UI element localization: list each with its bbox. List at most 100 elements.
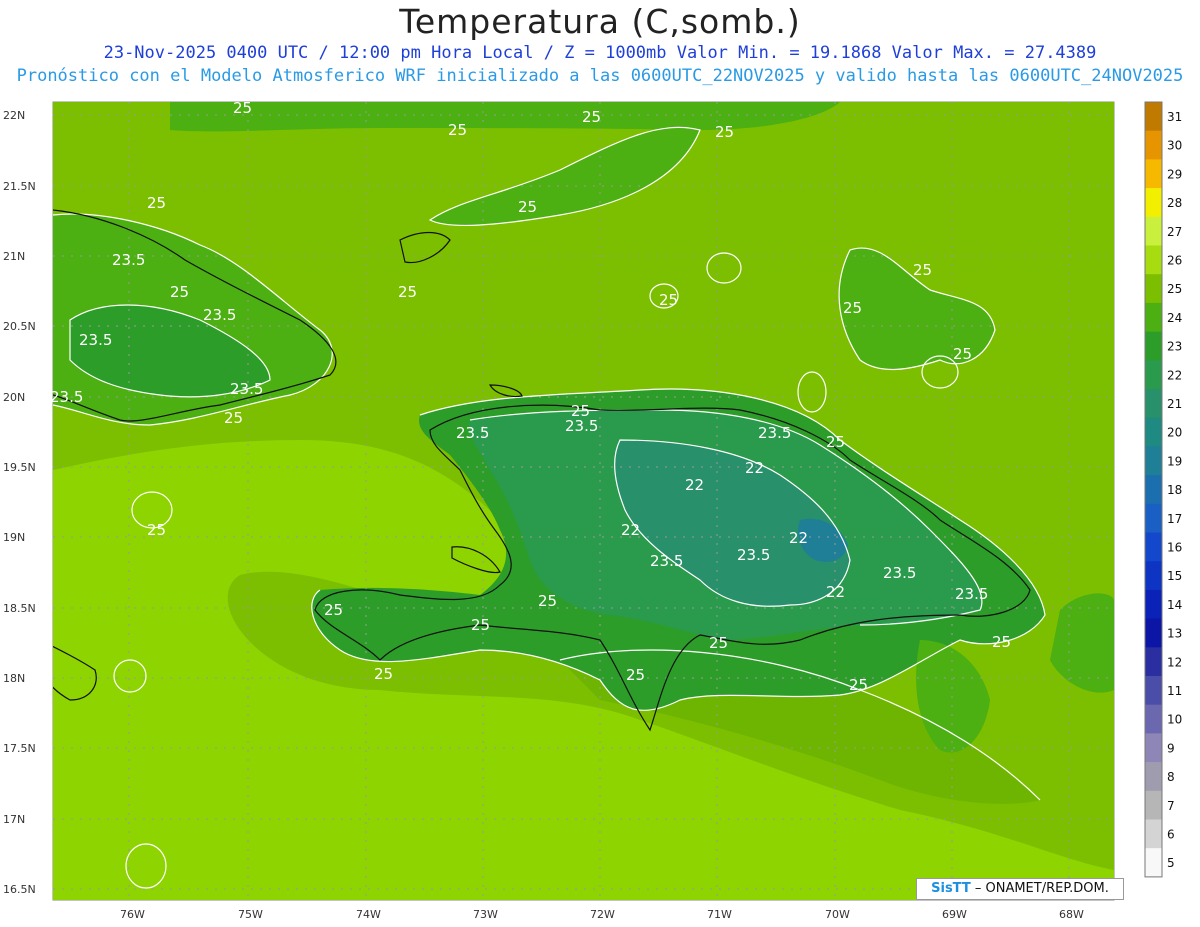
colorbar-swatch [1145, 216, 1162, 246]
lon-label: 73W [473, 908, 498, 921]
contour-label: 22 [826, 583, 845, 601]
contour-label: 23.5 [230, 380, 263, 398]
colorbar-label: 20 [1167, 426, 1182, 440]
contour-label: 25 [571, 402, 590, 420]
credit-brand: SisTT [931, 881, 971, 896]
contour-label: 23.5 [758, 424, 791, 442]
colorbar-swatch [1145, 417, 1162, 447]
lat-label: 22N [3, 109, 25, 122]
contour-label: 25 [324, 601, 343, 619]
colorbar-swatch [1145, 130, 1162, 160]
colorbar-label: 15 [1167, 569, 1182, 583]
colorbar-label: 12 [1167, 655, 1182, 669]
lat-label: 18N [3, 672, 25, 685]
lon-label: 75W [238, 908, 263, 921]
contour-label: 22 [621, 521, 640, 539]
colorbar-swatch [1145, 733, 1162, 763]
colorbar-swatch [1145, 790, 1162, 820]
contour-label: 23.5 [456, 424, 489, 442]
contour-label: 23.5 [50, 388, 83, 406]
contour-label: 25 [233, 99, 252, 117]
colorbar-label: 10 [1167, 713, 1182, 727]
colorbar-label: 18 [1167, 483, 1182, 497]
colorbar-label: 6 [1167, 828, 1175, 842]
colorbar-label: 19 [1167, 454, 1182, 468]
contour-label: 25 [849, 676, 868, 694]
lat-label: 21N [3, 250, 25, 263]
lon-label: 70W [825, 908, 850, 921]
contour-label: 23.5 [112, 251, 145, 269]
colorbar-swatch [1145, 331, 1162, 361]
contour-label: 22 [745, 459, 764, 477]
colorbar-label: 27 [1167, 225, 1182, 239]
contour-label: 25 [170, 283, 189, 301]
contour-label: 23.5 [650, 552, 683, 570]
colorbar-swatch [1145, 532, 1162, 562]
colorbar-swatch [1145, 302, 1162, 333]
contour-label: 25 [843, 299, 862, 317]
plot-area [53, 102, 1114, 900]
colorbar-label: 14 [1167, 598, 1182, 612]
colorbar-swatch [1145, 848, 1162, 878]
field-24-north-strip [170, 102, 840, 132]
colorbar-swatch [1145, 762, 1162, 792]
temperature-map: 22N 21.5N 21N 20.5N 20N 19.5N 19N 18.5N … [3, 99, 1182, 921]
contour-label: 25 [826, 433, 845, 451]
contour-label: 23.5 [79, 331, 112, 349]
contour-label: 25 [147, 521, 166, 539]
contour-label: 25 [538, 592, 557, 610]
colorbar-label: 23 [1167, 340, 1182, 354]
colorbar-swatch [1145, 589, 1162, 620]
colorbar-swatch [1145, 676, 1162, 706]
colorbar-swatch [1145, 647, 1162, 677]
lat-label: 17.5N [3, 742, 36, 755]
lat-label: 16.5N [3, 883, 36, 896]
colorbar-label: 22 [1167, 368, 1182, 382]
lon-tick-labels: 76W 75W 74W 73W 72W 71W 70W 69W 68W [120, 908, 1084, 921]
colorbar-label: 7 [1167, 799, 1175, 813]
lon-label: 68W [1059, 908, 1084, 921]
lon-label: 72W [590, 908, 615, 921]
colorbar-label: 29 [1167, 167, 1182, 181]
lat-label: 17N [3, 813, 25, 826]
lon-label: 76W [120, 908, 145, 921]
colorbar-swatch [1145, 360, 1162, 390]
colorbar-swatch [1145, 389, 1162, 419]
colorbar-swatch [1145, 102, 1162, 132]
contour-label: 25 [471, 616, 490, 634]
lat-label: 19N [3, 531, 25, 544]
contour-label: 25 [953, 345, 972, 363]
colorbar-label: 8 [1167, 770, 1175, 784]
colorbar-swatch [1145, 704, 1162, 734]
colorbar-label: 28 [1167, 196, 1182, 210]
contour-label: 23.5 [955, 585, 988, 603]
contour-label: 25 [374, 665, 393, 683]
contour-label: 25 [626, 666, 645, 684]
colorbar-label: 24 [1167, 311, 1182, 325]
colorbar-label: 25 [1167, 282, 1182, 296]
colorbar-label: 9 [1167, 741, 1175, 755]
contour-label: 22 [789, 529, 808, 547]
contour-label: 25 [992, 633, 1011, 651]
colorbar-swatch [1145, 159, 1162, 189]
contour-label: 25 [224, 409, 243, 427]
credit-text: – ONAMET/REP.DOM. [970, 881, 1109, 896]
contour-label: 25 [147, 194, 166, 212]
contour-label: 23.5 [883, 564, 916, 582]
lon-label: 69W [942, 908, 967, 921]
lat-tick-labels: 22N 21.5N 21N 20.5N 20N 19.5N 19N 18.5N … [3, 109, 36, 896]
contour-label: 25 [398, 283, 417, 301]
colorbar-swatch [1145, 475, 1162, 505]
colorbar-swatch [1145, 503, 1162, 533]
colorbar-swatch [1145, 188, 1162, 218]
contour-label: 25 [715, 123, 734, 141]
lon-label: 71W [707, 908, 732, 921]
contour-label: 25 [709, 634, 728, 652]
colorbar-label: 17 [1167, 512, 1182, 526]
lon-label: 74W [356, 908, 381, 921]
colorbar-swatch [1145, 274, 1162, 304]
colorbar-swatch [1145, 245, 1162, 275]
colorbar-swatch [1145, 561, 1162, 591]
contour-label: 22 [685, 476, 704, 494]
contour-label: 23.5 [203, 306, 236, 324]
